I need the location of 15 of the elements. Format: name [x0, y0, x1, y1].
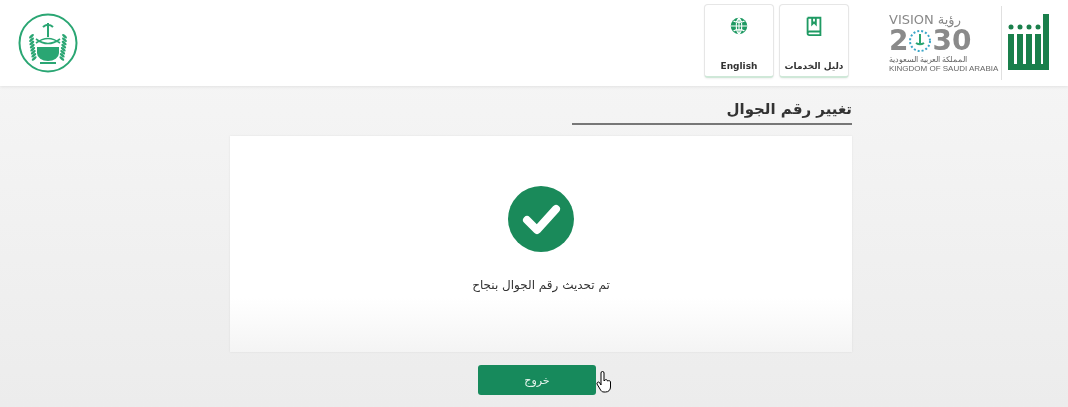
kingdom-name-text: KINGDOM OF SAUDI ARABIA [889, 64, 999, 73]
page-title: تغيير رقم الجوال [572, 100, 852, 125]
year-logo-text: 30 [932, 27, 972, 55]
year-logo-text: 2 [889, 27, 909, 55]
kingdom-name-text: المملكة العربية السعودية [889, 55, 968, 64]
globe-icon [728, 15, 750, 37]
success-message: تم تحديث رقم الجوال بنجاح [472, 278, 610, 292]
hand-cursor-icon [596, 371, 612, 393]
emblem-logo-icon [18, 13, 78, 73]
services-guide-button[interactable]: دليل الخدمات [779, 4, 849, 78]
vision-logo-text: VISION [889, 13, 934, 27]
vision-logo-text: رؤية [937, 13, 961, 27]
success-check-icon [508, 186, 574, 252]
exit-button[interactable]: خروج [478, 365, 596, 395]
language-button[interactable]: English [704, 4, 774, 78]
